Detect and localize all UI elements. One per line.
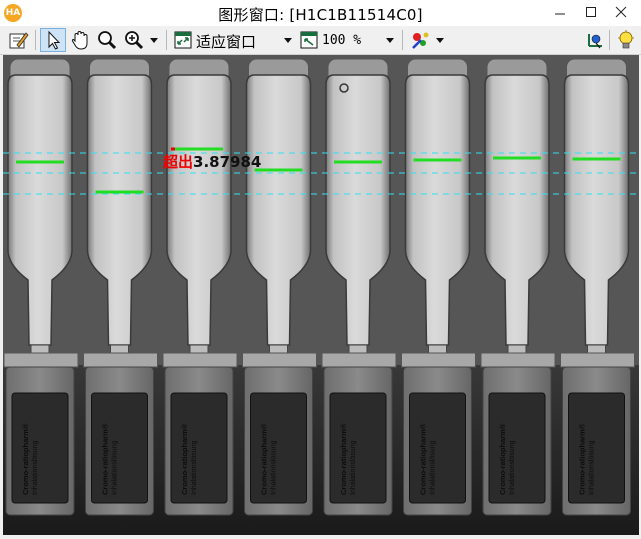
magnifier-button[interactable] [95,28,119,52]
edit-button[interactable] [6,28,30,52]
axis-icon [588,34,602,49]
maximize-icon [586,7,596,17]
vial-label-text: Cromo-ratiopharm® [498,423,507,495]
pointer-icon [48,30,61,50]
zoom-100-button[interactable] [298,28,320,52]
magnifier-icon [98,31,117,50]
lightbulb-icon [618,30,634,49]
edit-icon [9,32,29,49]
zoom-mode-select[interactable]: 适应窗口 [196,31,256,52]
fit-window-button[interactable] [172,28,194,52]
exceed-annotation: 超出3.87984 [163,151,261,172]
zoom-100-icon [300,31,318,49]
vial-label-text: Inhalationslösung [271,440,278,495]
close-icon [615,6,627,18]
toolbar [0,26,641,55]
vial-label-text: Cromo-ratiopharm® [578,423,587,495]
image-canvas[interactable]: Cromo-ratiopharm® Inhalationslösung Cromo-… [3,55,639,535]
minimize-button[interactable] [545,1,575,23]
toolbar-separator [166,30,167,50]
chevron-down-icon [436,38,444,43]
close-button[interactable] [606,1,636,23]
color-dropdown-arrow[interactable] [434,28,446,52]
pan-button[interactable] [68,28,92,52]
vial-label-text: Inhalationslösung [32,440,39,495]
vial-label-text: Inhalationslösung [350,440,357,495]
vial-label-text: Cromo-ratiopharm® [101,423,110,495]
zoom-in-button[interactable] [122,28,146,52]
zoom-percent-select[interactable]: 100 % [322,33,361,48]
hand-pan-icon [71,30,88,50]
chevron-down-icon [150,38,158,43]
zoom-percent-dropdown-arrow[interactable] [384,28,396,52]
vial-label-text: Inhalationslösung [191,440,198,495]
exceed-label: 超出 [163,153,194,171]
vial-label-text: Cromo-ratiopharm® [339,423,348,495]
color-settings-icon [412,32,429,49]
zoom-in-icon [125,31,144,50]
chevron-down-icon [386,38,394,43]
toolbar-separator [35,30,36,50]
exceed-value: 3.87984 [193,153,262,171]
vial-label-text: Cromo-ratiopharm® [419,423,428,495]
zoom-dropdown-arrow[interactable] [148,28,160,52]
minimize-icon [555,13,565,15]
chevron-down-icon [284,38,292,43]
color-settings-button[interactable] [408,28,432,52]
axis-button[interactable] [584,28,606,52]
pointer-button[interactable] [40,28,66,52]
vial-label-text: Inhalationslösung [509,440,516,495]
title-bar: HA 图形窗口: [H1C1B11514C0] [0,0,641,26]
vial-label-text: Cromo-ratiopharm® [180,423,189,495]
vial-label-text: Inhalationslösung [430,440,437,495]
lightbulb-button[interactable] [614,28,638,52]
toolbar-separator [609,30,610,50]
zoom-mode-dropdown-arrow[interactable] [282,28,294,52]
maximize-button[interactable] [576,1,606,23]
fit-window-icon [174,31,192,49]
vial-label-text: Inhalationslösung [112,440,119,495]
toolbar-separator [402,30,403,50]
vial-label-text: Cromo-ratiopharm® [260,423,269,495]
vial-label-text: Inhalationslösung [589,440,596,495]
vial-image: Cromo-ratiopharm® Inhalationslösung Cromo-… [3,55,639,535]
vial-label-text: Cromo-ratiopharm® [21,423,30,495]
